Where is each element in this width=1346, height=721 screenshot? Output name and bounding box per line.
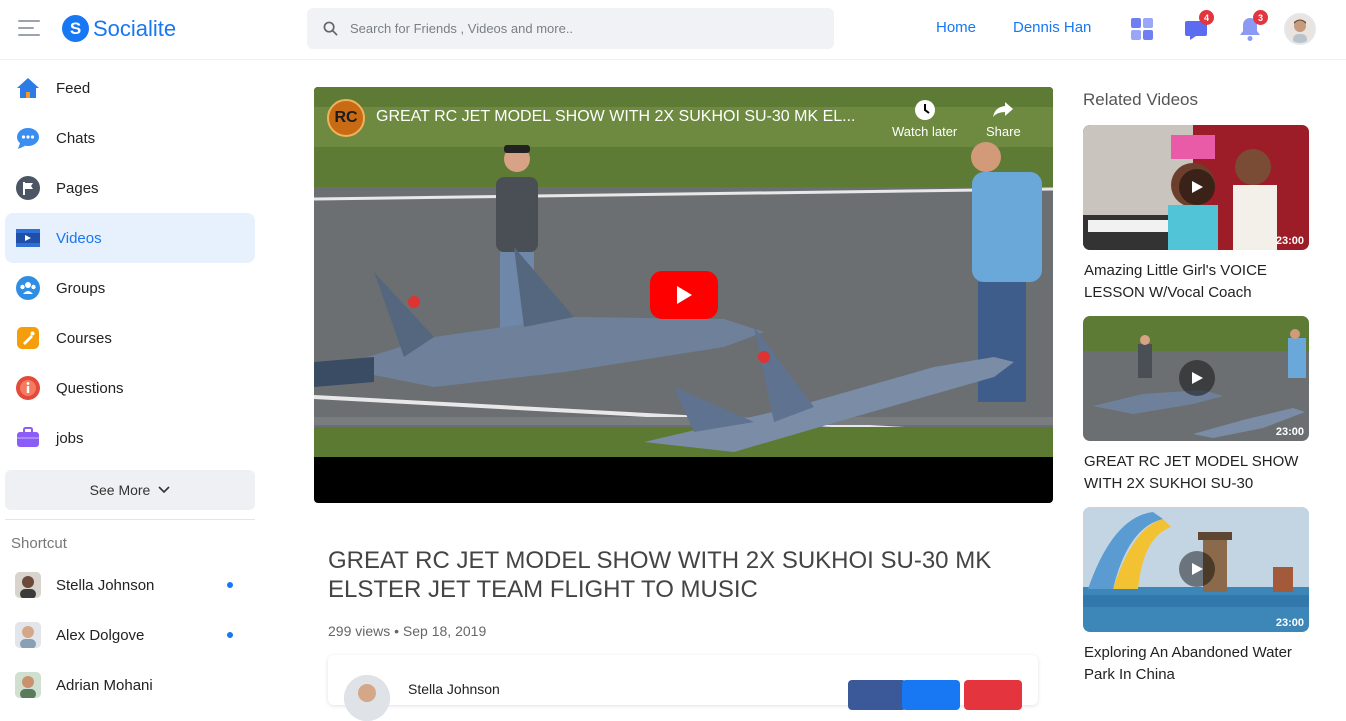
sidebar-item-label: jobs — [56, 429, 84, 447]
related-video-title[interactable]: GREAT RC JET MODEL SHOW WITH 2X SUKHOI S… — [1084, 451, 1304, 495]
messages-icon[interactable]: 4 — [1181, 10, 1214, 44]
watch-later-label: Watch later — [892, 124, 958, 139]
sidebar-item-courses[interactable]: Courses — [5, 313, 255, 363]
nav-home-link[interactable]: Home — [936, 19, 976, 36]
courses-icon — [15, 325, 41, 351]
sidebar-divider — [5, 519, 255, 520]
sidebar-item-label: Questions — [56, 379, 124, 397]
search-icon — [323, 21, 338, 36]
nav-profile-link[interactable]: Dennis Han — [1013, 19, 1091, 36]
home-icon — [15, 75, 41, 101]
avatar — [15, 572, 41, 598]
briefcase-icon — [15, 425, 41, 451]
logo-text: Socialite — [93, 15, 177, 41]
player-title[interactable]: GREAT RC JET MODEL SHOW WITH 2X SUKHOI S… — [376, 108, 855, 126]
shortcut-item[interactable]: Alex Dolgove — [5, 613, 255, 657]
share-facebook-button[interactable] — [848, 680, 906, 710]
logo-mark: S — [62, 15, 89, 42]
play-icon — [1179, 360, 1215, 396]
question-icon — [15, 375, 41, 401]
watch-later-button[interactable]: Watch later — [892, 99, 957, 139]
related-videos-heading: Related Videos — [1083, 90, 1198, 109]
sidebar-item-pages[interactable]: Pages — [5, 163, 255, 213]
avatar[interactable] — [344, 675, 390, 721]
shortcut-heading: Shortcut — [11, 535, 67, 552]
sidebar-item-label: Videos — [56, 229, 102, 247]
author-card: Stella Johnson — [328, 655, 1038, 721]
shortcut-name: Stella Johnson — [56, 576, 155, 594]
shortcut-name: Alex Dolgove — [56, 626, 145, 644]
share-arrow-icon — [993, 102, 1014, 117]
sidebar-item-jobs[interactable]: jobs — [5, 413, 255, 463]
related-video-title[interactable]: Exploring An Abandoned Water Park In Chi… — [1084, 642, 1304, 686]
channel-logo[interactable]: RC — [327, 99, 365, 137]
share-youtube-button[interactable] — [964, 680, 1022, 710]
see-more-label: See More — [89, 482, 151, 498]
shortcut-item[interactable]: Adrian Mohani — [5, 663, 255, 707]
video-duration: 23:00 — [1275, 617, 1304, 629]
shortcut-name: Adrian Mohani — [56, 676, 153, 694]
shortcut-item[interactable]: Stella Johnson — [5, 563, 255, 607]
video-player[interactable]: RC GREAT RC JET MODEL SHOW WITH 2X SUKHO… — [314, 87, 1053, 503]
sidebar-item-label: Pages — [56, 179, 99, 197]
sidebar-item-feed[interactable]: Feed — [5, 63, 255, 113]
flag-icon — [15, 175, 41, 201]
sidebar-item-chats[interactable]: Chats — [5, 113, 255, 163]
video-icon — [15, 225, 41, 251]
chat-icon — [15, 125, 41, 151]
apps-grid-icon[interactable] — [1127, 14, 1157, 44]
left-sidebar: Feed Chats Pages Videos Groups Courses Q… — [0, 60, 268, 698]
play-icon — [1179, 551, 1215, 587]
share-twitter-button[interactable] — [902, 680, 960, 710]
notifications-badge: 3 — [1253, 10, 1268, 25]
author-name[interactable]: Stella Johnson — [408, 681, 500, 697]
online-indicator — [227, 582, 233, 588]
top-header: S Socialite Home Dennis Han 4 3 — [0, 0, 1346, 60]
share-label: Share — [986, 124, 1021, 139]
share-video-button[interactable]: Share — [986, 99, 1021, 139]
related-video-title[interactable]: Amazing Little Girl's VOICE LESSON W/Voc… — [1084, 260, 1304, 304]
sidebar-item-videos[interactable]: Videos — [5, 213, 255, 263]
search-input[interactable] — [350, 21, 810, 36]
groups-icon — [15, 275, 41, 301]
sidebar-item-questions[interactable]: Questions — [5, 363, 255, 413]
video-duration: 23:00 — [1275, 426, 1304, 438]
app-logo[interactable]: S Socialite — [62, 15, 176, 42]
play-button[interactable] — [650, 271, 718, 319]
related-video-thumbnail[interactable]: 23:00 — [1083, 316, 1309, 441]
sidebar-item-groups[interactable]: Groups — [5, 263, 255, 313]
play-icon — [1179, 169, 1215, 205]
chevron-down-icon — [158, 486, 170, 494]
sidebar-item-label: Chats — [56, 129, 96, 147]
video-title: GREAT RC JET MODEL SHOW WITH 2X SUKHOI S… — [328, 547, 992, 603]
sidebar-item-label: Groups — [56, 279, 106, 297]
related-video-thumbnail[interactable]: 23:00 — [1083, 125, 1309, 250]
sidebar-item-label: Feed — [56, 79, 91, 97]
video-meta: 299 views • Sep 18, 2019 — [328, 623, 487, 639]
user-avatar[interactable] — [1284, 13, 1316, 45]
notifications-bell-icon[interactable]: 3 — [1235, 10, 1268, 44]
menu-toggle-icon[interactable] — [18, 20, 40, 38]
see-more-button[interactable]: See More — [5, 470, 255, 510]
video-duration: 23:00 — [1275, 235, 1304, 247]
avatar — [15, 622, 41, 648]
related-video-thumbnail[interactable]: 23:00 — [1083, 507, 1309, 632]
search-bar[interactable] — [307, 8, 834, 49]
play-icon — [677, 286, 692, 304]
clock-icon — [914, 100, 935, 120]
online-indicator — [227, 632, 233, 638]
messages-badge: 4 — [1199, 10, 1214, 25]
sidebar-item-label: Courses — [56, 329, 112, 347]
avatar — [15, 672, 41, 698]
